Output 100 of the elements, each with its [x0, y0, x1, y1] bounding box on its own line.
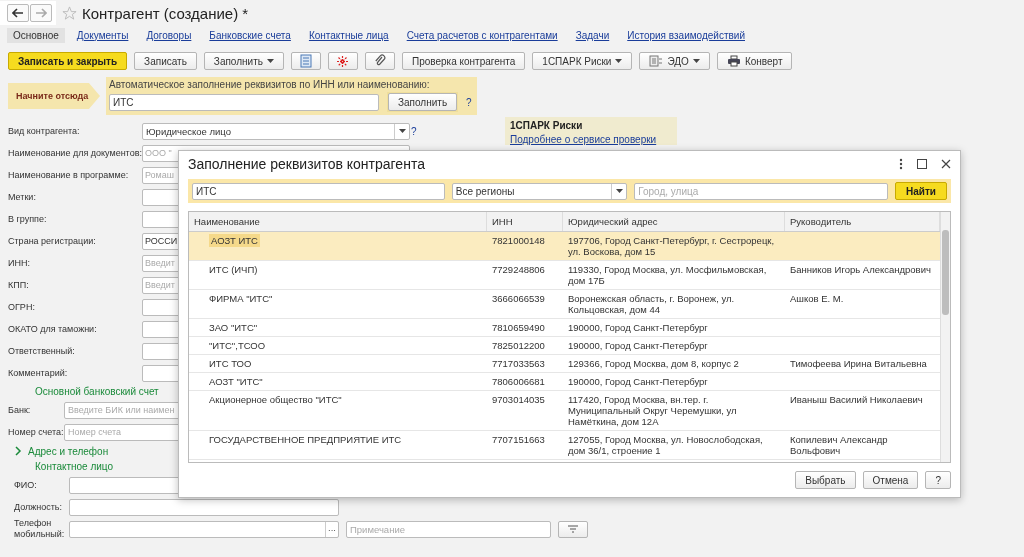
caret-icon	[615, 189, 623, 193]
star-icon[interactable]	[62, 5, 77, 21]
table-cell: 3666066539	[492, 293, 545, 304]
paperclip-icon	[373, 54, 386, 68]
menu-button[interactable]: 1СПАРК Риски	[532, 52, 633, 70]
dialog-button[interactable]: ?	[925, 471, 951, 489]
list-icon	[299, 54, 312, 68]
help-link[interactable]: ?	[466, 96, 472, 108]
close-icon[interactable]	[941, 159, 951, 169]
field-label: Банк:	[8, 405, 32, 415]
toolbar-button[interactable]: Конверт	[716, 52, 793, 70]
table-cell: АОЗТ ИТС	[209, 234, 260, 247]
tab[interactable]: Задачи	[569, 27, 616, 43]
table-cell: Тимофеева Ирина Витальевна	[790, 358, 927, 369]
find-button[interactable]: Найти	[895, 182, 947, 200]
fill-button[interactable]: Заполнить	[388, 93, 458, 111]
right-arrow-icon	[35, 8, 47, 18]
table-row[interactable]: ГОСУДАРСТВЕННОЕ ПРЕДПРИЯТИЕ ИТС 7707151663 127055, Город Москва, ул. Новослободская, дом 36/1, строение 1 Копилевич Александр Вольфович	[189, 431, 940, 460]
help-link[interactable]: ?	[411, 125, 417, 137]
toolbar-button[interactable]: Проверка контрагента	[401, 52, 526, 70]
field-label: ОГРН:	[8, 302, 36, 312]
dialog-button[interactable]: Отмена	[862, 471, 919, 489]
note-field[interactable]: Примечание	[346, 520, 551, 538]
table-cell: 190000, Город Санкт-Петербург	[568, 340, 708, 351]
info-link[interactable]: Подробнее о сервисе проверки	[510, 134, 672, 145]
table-cell: ЗАО "ИТС"	[209, 322, 258, 333]
table-row[interactable]: АОЗТ "ИТС" 7806006681 190000, Город Санкт-Петербург	[189, 373, 940, 391]
tab[interactable]: Основное	[7, 27, 65, 43]
tab[interactable]: Банковские счета	[203, 27, 297, 43]
tab[interactable]: Документы	[70, 27, 135, 43]
select-field[interactable]: Юридическое лицо	[142, 122, 410, 140]
field-label: Наименование в программе:	[8, 170, 130, 180]
menu-button[interactable]: Заполнить	[203, 52, 284, 70]
toolbar-button[interactable]	[327, 52, 358, 70]
chevron-icon[interactable]	[14, 446, 22, 456]
field-label: ФИО:	[14, 479, 38, 491]
field-label: Страна регистрации:	[8, 236, 97, 246]
field-label: Вид контрагента:	[8, 126, 81, 136]
table-cell: АОЗТ "ИТС"	[209, 376, 263, 387]
table-row[interactable]: ЗАО "ИТС" 7810659490 190000, Город Санкт-Петербург	[189, 319, 940, 337]
table-cell: ГОСУДАРСТВЕННОЕ ПРЕДПРИЯТИЕ ИТС	[209, 434, 402, 445]
save-and-close-button[interactable]: Записать и закрыть	[8, 52, 128, 70]
table-cell: Иваныш Василий Николаевич	[790, 394, 923, 405]
table-cell: 190000, Город Санкт-Петербург	[568, 322, 708, 333]
table-row[interactable]: ФИРМА "ИТС" 3666066539 Воронежская область, г. Воронеж, ул. Кольцовская, дом 44 Ашков Е. М.	[189, 290, 940, 319]
back-button[interactable]	[7, 4, 29, 22]
window-title: Контрагент (создание) *	[82, 4, 249, 22]
tab[interactable]: История взаимодействий	[621, 27, 751, 43]
field-label: В группе:	[8, 214, 48, 224]
table-row[interactable]: АОЗТ ИТС 7821000148 197706, Город Санкт-Петербург, г. Сестрорецк, ул. Воскова, дом 15	[189, 232, 940, 261]
table-row[interactable]: Акционерное общество "ИТС" 9703014035 117420, Город Москва, вн.тер. г. Муниципальный Округ Черемушки, ул Намёткина, дом 12А Иваныш Василий Николаевич	[189, 391, 940, 431]
maximize-icon[interactable]	[917, 159, 927, 169]
table-cell: Акционерное общество "ИТС"	[209, 394, 342, 405]
tab[interactable]: Счета расчетов с контрагентами	[400, 27, 564, 43]
field-label: Номер счета:	[8, 427, 63, 437]
column-header[interactable]: Юридический адрес	[563, 212, 785, 231]
table-row[interactable]: ИТС (ИЧП) 7729248806 119330, Город Москва, ул. Мосфильмовская, дом 17Б Банников Игорь Александрович	[189, 261, 940, 290]
tab[interactable]: Договоры	[140, 27, 198, 43]
table-cell: "ИТС",ТСОО	[209, 340, 266, 351]
menu-button[interactable]: ЭДО	[639, 52, 710, 70]
field-label: Ответственный:	[8, 346, 76, 356]
printer-icon	[726, 55, 741, 67]
table-row[interactable]: "ИТС",ТСОО 7825012200 190000, Город Санкт-Петербург	[189, 337, 940, 355]
caret-icon	[398, 129, 406, 133]
field-label: Метки:	[8, 192, 37, 202]
section-heading: Основной банковский счет	[34, 385, 159, 399]
scrollbar[interactable]	[940, 212, 950, 462]
table-row[interactable]: ИТС ТОО 7717033563 129366, Город Москва, дом 8, корпус 2 Тимофеева Ирина Витальевна	[189, 355, 940, 373]
field-label: Комментарий:	[8, 368, 69, 378]
caret-icon	[615, 59, 623, 63]
section-heading: Контактное лицо	[34, 460, 114, 474]
dialog-button[interactable]: Выбрать	[795, 471, 856, 489]
address-field[interactable]: Город, улица	[634, 182, 888, 200]
column-header[interactable]: Наименование	[189, 212, 487, 231]
autofill-input[interactable]: ИТС	[109, 93, 379, 111]
more-icon[interactable]	[899, 158, 903, 170]
phone-field[interactable]: ...	[69, 520, 339, 538]
input-field[interactable]	[69, 498, 339, 516]
table-cell: Воронежская область, г. Воронеж, ул. Кольцовская, дом 44	[568, 293, 735, 315]
toolbar-button[interactable]	[364, 52, 395, 70]
menu-button[interactable]	[558, 520, 588, 538]
field-label: Наименование для документов:	[8, 148, 141, 158]
caret-icon	[266, 59, 274, 63]
choose-button[interactable]: ...	[325, 521, 338, 537]
table-cell: 7821000148	[492, 235, 545, 246]
search-field[interactable]: ИТС	[192, 182, 445, 200]
dialog-title: Заполнение реквизитов контрагента	[188, 156, 425, 172]
group-toggle[interactable]: Адрес и телефон	[28, 445, 109, 457]
lines-icon	[567, 525, 579, 533]
panel-title: 1СПАРК Риски	[510, 120, 584, 131]
caret-icon	[692, 59, 700, 63]
column-header[interactable]: ИНН	[487, 212, 563, 231]
region-select[interactable]: Все регионы	[451, 182, 628, 200]
table-cell: ИТС (ИЧП)	[209, 264, 258, 275]
table-cell: 7729248806	[492, 264, 545, 275]
table-cell: ФИРМА "ИТС"	[209, 293, 273, 304]
table-cell: 7717033563	[492, 358, 545, 369]
table-cell: ИТС ТОО	[209, 358, 252, 369]
toolbar-button[interactable]: Записать	[134, 52, 197, 70]
tab[interactable]: Контактные лица	[302, 27, 395, 43]
